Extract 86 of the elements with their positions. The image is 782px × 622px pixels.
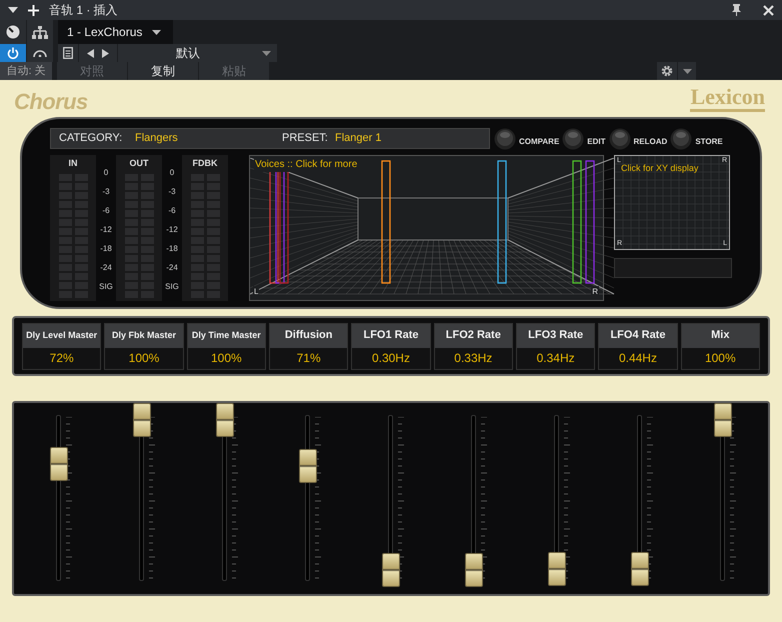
- fader-thumb[interactable]: [299, 448, 317, 483]
- close-icon[interactable]: [763, 4, 774, 16]
- parameter-value[interactable]: 0.34Hz: [516, 348, 594, 368]
- round-button[interactable]: [670, 128, 692, 150]
- parameter-name: Dly Time Master: [188, 324, 265, 348]
- add-icon[interactable]: [28, 4, 39, 16]
- fader-thumb[interactable]: [465, 553, 483, 588]
- window-title: 音轨 1 · 插入: [49, 2, 118, 19]
- menu-button[interactable]: [678, 62, 696, 80]
- next-icon[interactable]: [102, 48, 109, 58]
- document-button[interactable]: [58, 44, 78, 62]
- plugin-title: Chorus: [14, 88, 88, 116]
- settings-icon: [661, 65, 673, 77]
- settings-button[interactable]: [657, 62, 677, 80]
- meter-label: IN: [68, 157, 78, 170]
- power-icon: [7, 47, 19, 59]
- scale-label: -24: [166, 262, 178, 274]
- parameter-name: LFO4 Rate: [599, 324, 677, 348]
- scale-label: SIG: [99, 281, 113, 293]
- scale-label: -18: [166, 243, 178, 255]
- fader-thumb[interactable]: [133, 403, 151, 437]
- fader-thumb[interactable]: [714, 403, 732, 437]
- previous-icon[interactable]: [87, 48, 94, 58]
- parameter-value[interactable]: 0.44Hz: [599, 348, 677, 368]
- automation-button[interactable]: 自动: 关: [0, 62, 52, 80]
- knob-icon: [6, 25, 20, 39]
- parameter-value[interactable]: 0.33Hz: [434, 348, 512, 368]
- preset-dropdown[interactable]: 默认: [118, 44, 277, 62]
- arc-icon: [33, 49, 47, 57]
- hierarchy-icon: [32, 26, 48, 38]
- fader-thumb[interactable]: [50, 447, 68, 482]
- scale-label: SIG: [165, 281, 179, 293]
- round-button[interactable]: [608, 128, 631, 150]
- monitor-button[interactable]: [27, 44, 53, 62]
- fader-thumb[interactable]: [548, 552, 566, 586]
- fader-thumb[interactable]: [631, 552, 649, 586]
- scale-label: -6: [102, 205, 110, 217]
- parameter-name: Mix: [682, 324, 759, 348]
- brand-logo: Lexicon: [690, 85, 765, 112]
- fader-thumb[interactable]: [382, 553, 400, 588]
- parameter-name: LFO1 Rate: [352, 324, 430, 348]
- scale-label: -3: [168, 186, 176, 198]
- parameter-value[interactable]: 71%: [270, 348, 348, 368]
- category-value[interactable]: Flangers: [135, 130, 282, 147]
- parameter-value[interactable]: 100%: [105, 348, 183, 368]
- preset-value[interactable]: Flanger 1: [335, 130, 382, 147]
- scale-label: -18: [100, 243, 112, 255]
- scale-label: -12: [100, 224, 112, 236]
- action-label[interactable]: RELOAD: [634, 136, 668, 148]
- meter-label: FDBK: [192, 157, 218, 170]
- toolbar-button[interactable]: 复制: [128, 62, 198, 80]
- category-label: CATEGORY:: [59, 131, 124, 146]
- pin-icon[interactable]: [732, 4, 741, 16]
- action-label[interactable]: EDIT: [587, 136, 606, 148]
- scale-label: -3: [102, 186, 110, 198]
- round-button[interactable]: [562, 128, 584, 150]
- action-label[interactable]: STORE: [695, 136, 723, 148]
- parameter-value[interactable]: 0.30Hz: [352, 348, 430, 368]
- parameter-value[interactable]: 72%: [23, 348, 100, 368]
- power-button[interactable]: [0, 44, 26, 62]
- round-button[interactable]: [494, 128, 516, 150]
- parameter-name: LFO3 Rate: [516, 324, 594, 348]
- scale-label: -12: [166, 224, 178, 236]
- fader-thumb[interactable]: [216, 403, 234, 437]
- parameter-name: LFO2 Rate: [434, 324, 512, 348]
- scale-label: 0: [104, 167, 108, 179]
- caret-icon[interactable]: [8, 7, 18, 13]
- parameter-name: Diffusion: [270, 324, 348, 348]
- document-icon: [63, 47, 73, 59]
- parameter-value[interactable]: 100%: [682, 348, 759, 368]
- caret-icon: [682, 68, 692, 74]
- scale-label: -24: [100, 262, 112, 274]
- action-label[interactable]: COMPARE: [519, 136, 560, 148]
- voices-hint: Voices :: Click for more: [254, 157, 358, 172]
- caret-icon: [152, 30, 162, 34]
- plugin-tab[interactable]: 1 - LexChorus: [58, 20, 173, 44]
- knob-button[interactable]: [0, 20, 26, 44]
- parameter-value[interactable]: 100%: [188, 348, 265, 368]
- parameter-name: Dly Fbk Master: [105, 324, 183, 348]
- scale-label: 0: [170, 167, 174, 179]
- xy-hint: Click for XY display: [621, 162, 698, 175]
- caret-icon: [262, 50, 271, 56]
- parameter-name: Dly Level Master: [23, 324, 100, 348]
- meter-label: OUT: [130, 157, 148, 170]
- preset-label: PRESET:: [282, 131, 329, 146]
- scale-label: -6: [168, 205, 176, 217]
